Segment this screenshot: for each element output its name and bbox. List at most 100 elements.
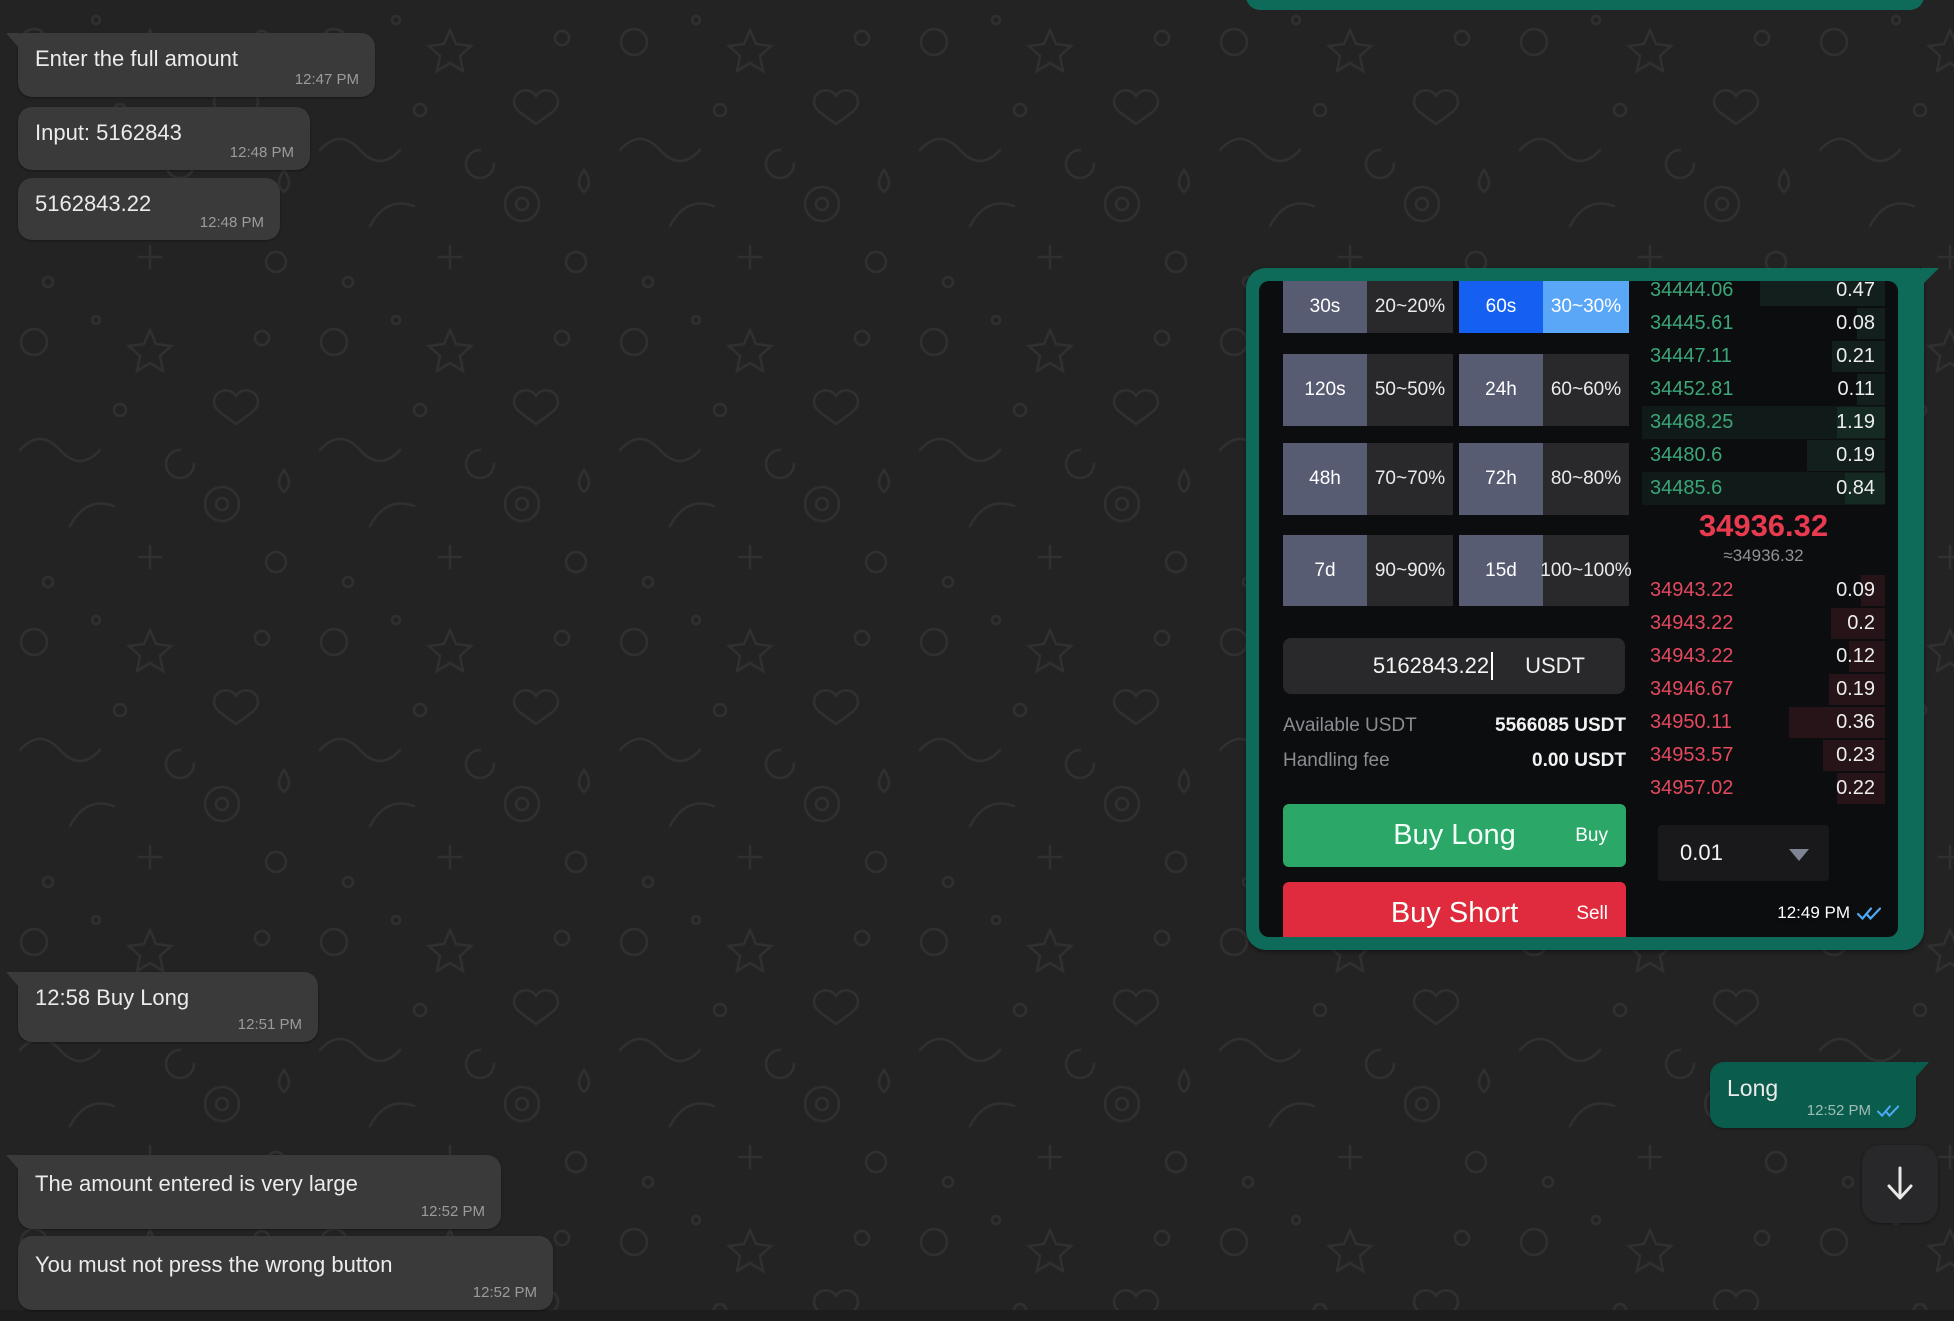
- message-text: Enter the full amount: [35, 46, 238, 72]
- ask-qty: 0.08: [1836, 312, 1875, 335]
- bid-row[interactable]: 34957.020.22: [1642, 772, 1885, 805]
- buy-short-button[interactable]: Buy Short Sell: [1283, 882, 1626, 937]
- payout-button-30-30[interactable]: 30~30%: [1543, 281, 1629, 333]
- timeframe-button-48h[interactable]: 48h: [1283, 443, 1367, 515]
- trading-screenshot: 30s 20~20% 60s 30~30% 120s 50~50% 24h 60…: [1259, 281, 1898, 937]
- bid-price: 34953.57: [1650, 744, 1733, 767]
- ask-row[interactable]: 34445.610.08: [1642, 307, 1885, 340]
- timeframe-button-120s[interactable]: 120s: [1283, 354, 1367, 426]
- text-cursor: [1491, 652, 1493, 680]
- bubble-tail: [6, 33, 20, 51]
- dropdown-caret-icon: [1789, 849, 1809, 861]
- bid-price: 34943.22: [1650, 645, 1733, 668]
- ask-price: 34480.6: [1650, 444, 1722, 467]
- bid-qty: 0.2: [1847, 612, 1875, 635]
- ask-row[interactable]: 34447.110.21: [1642, 340, 1885, 373]
- previous-image-bottom-edge[interactable]: [1246, 0, 1924, 10]
- timeframe-grid-row: 120s 50~50% 24h 60~60%: [1283, 354, 1629, 426]
- incoming-message[interactable]: 12:58 Buy Long 12:51 PM: [18, 972, 318, 1042]
- timeframe-button-72h[interactable]: 72h: [1459, 443, 1543, 515]
- timeframe-button-15d[interactable]: 15d: [1459, 535, 1543, 606]
- approx-price: ≈34936.32: [1642, 545, 1885, 567]
- bid-price: 34943.22: [1650, 612, 1733, 635]
- message-time: 12:52 PM: [1807, 1102, 1871, 1119]
- bubble-tail: [6, 972, 20, 990]
- message-time: 12:52 PM: [473, 1284, 537, 1301]
- payout-button-60-60[interactable]: 60~60%: [1543, 354, 1629, 426]
- timeframe-button-7d[interactable]: 7d: [1283, 535, 1367, 606]
- message-text: 12:58 Buy Long: [35, 985, 189, 1011]
- chat-screen: Enter the full amount 12:47 PM Input: 51…: [0, 0, 1954, 1321]
- bid-qty: 0.09: [1836, 579, 1875, 602]
- timeframe-button-60s[interactable]: 60s: [1459, 281, 1543, 333]
- timeframe-button-30s[interactable]: 30s: [1283, 281, 1367, 333]
- bid-row[interactable]: 34946.670.19: [1642, 673, 1885, 706]
- incoming-message[interactable]: Enter the full amount 12:47 PM: [18, 33, 375, 97]
- bid-row[interactable]: 34950.110.36: [1642, 706, 1885, 739]
- bid-price: 34943.22: [1650, 579, 1733, 602]
- available-usdt-value: 5566085 USDT: [1495, 715, 1626, 737]
- payout-button-70-70[interactable]: 70~70%: [1367, 443, 1453, 515]
- ask-row[interactable]: 34480.6 0.19: [1642, 439, 1885, 472]
- message-time: 12:47 PM: [295, 71, 359, 88]
- available-usdt-row: Available USDT 5566085 USDT: [1283, 714, 1626, 738]
- ask-qty: 1.19: [1836, 411, 1875, 434]
- buy-short-label: Buy Short: [1391, 897, 1518, 930]
- amount-input[interactable]: 5162843.22 USDT: [1283, 638, 1625, 694]
- incoming-message[interactable]: 5162843.22 12:48 PM: [18, 178, 280, 240]
- lot-size-dropdown[interactable]: 0.01: [1658, 825, 1829, 881]
- image-message-bubble[interactable]: 30s 20~20% 60s 30~30% 120s 50~50% 24h 60…: [1246, 268, 1924, 950]
- bid-qty: 0.23: [1836, 744, 1875, 767]
- payout-button-90-90[interactable]: 90~90%: [1367, 535, 1453, 606]
- buy-tag: Buy: [1575, 825, 1608, 847]
- ask-row[interactable]: 34452.810.11: [1642, 373, 1885, 406]
- buy-long-button[interactable]: Buy Long Buy: [1283, 804, 1626, 867]
- handling-fee-label: Handling fee: [1283, 750, 1390, 772]
- message-text: Long: [1727, 1075, 1778, 1102]
- bid-qty: 0.12: [1836, 645, 1875, 668]
- payout-button-50-50[interactable]: 50~50%: [1367, 354, 1453, 426]
- bid-row[interactable]: 34953.57 0.23: [1642, 739, 1885, 772]
- buy-long-label: Buy Long: [1393, 819, 1516, 852]
- ask-qty: 0.11: [1838, 378, 1875, 401]
- lot-size-value: 0.01: [1680, 825, 1723, 881]
- message-time: 12:48 PM: [200, 214, 264, 231]
- incoming-message[interactable]: The amount entered is very large 12:52 P…: [18, 1155, 501, 1229]
- bid-row[interactable]: 34943.22 0.12: [1642, 640, 1885, 673]
- message-text: 5162843.22: [35, 191, 151, 217]
- ask-row[interactable]: 34468.251.19: [1642, 406, 1885, 439]
- payout-button-80-80[interactable]: 80~80%: [1543, 443, 1629, 515]
- scroll-to-bottom-button[interactable]: [1862, 1145, 1938, 1223]
- timeframe-button-24h[interactable]: 24h: [1459, 354, 1543, 426]
- bid-price: 34946.67: [1650, 678, 1733, 701]
- payout-button-100-100[interactable]: 100~100%: [1543, 535, 1629, 606]
- sell-tag: Sell: [1576, 903, 1608, 925]
- incoming-message[interactable]: You must not press the wrong button 12:5…: [18, 1236, 553, 1310]
- ask-qty: 0.19: [1836, 444, 1875, 467]
- outgoing-message[interactable]: Long 12:52 PM: [1710, 1062, 1916, 1128]
- read-receipt-icon: [1857, 906, 1882, 921]
- message-time: 12:49 PM: [1777, 903, 1850, 923]
- message-time: 12:52 PM: [421, 1203, 485, 1220]
- ask-price: 34485.6: [1650, 477, 1722, 500]
- message-text: The amount entered is very large: [35, 1171, 358, 1197]
- message-text: Input: 5162843: [35, 120, 182, 146]
- ask-row[interactable]: 34444.060.47: [1642, 281, 1885, 307]
- currency-label: USDT: [1525, 638, 1585, 694]
- timeframe-grid-row: 30s 20~20% 60s 30~30%: [1283, 281, 1629, 333]
- bid-row[interactable]: 34943.22 0.09: [1642, 574, 1885, 607]
- bubble-tail: [1921, 268, 1939, 288]
- ask-qty: 0.84: [1836, 477, 1875, 500]
- bid-row[interactable]: 34943.22 0.2: [1642, 607, 1885, 640]
- image-message-meta: 12:49 PM: [1777, 903, 1882, 923]
- incoming-message[interactable]: Input: 5162843 12:48 PM: [18, 107, 310, 170]
- bid-price: 34957.02: [1650, 777, 1733, 800]
- current-price-block: 34936.32 ≈34936.32: [1642, 507, 1885, 567]
- bid-price: 34950.11: [1650, 711, 1732, 734]
- ask-row[interactable]: 34485.6 0.84: [1642, 472, 1885, 505]
- order-book-bids: 34943.22 0.09 34943.22 0.2 34943.22 0.12 34…: [1642, 574, 1885, 805]
- available-usdt-label: Available USDT: [1283, 715, 1417, 737]
- arrow-down-icon: [1882, 1162, 1918, 1206]
- ask-qty: 0.47: [1836, 281, 1875, 302]
- payout-button-20-20[interactable]: 20~20%: [1367, 281, 1453, 333]
